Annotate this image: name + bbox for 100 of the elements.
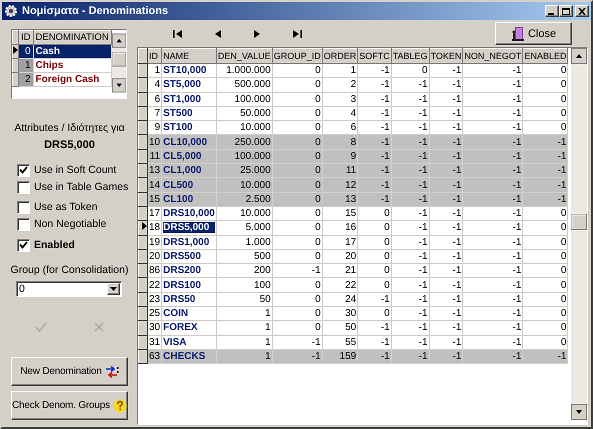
column-header[interactable]: ORDER xyxy=(322,48,358,64)
table-cell[interactable]: 0 xyxy=(522,64,568,78)
table-cell[interactable]: 20 xyxy=(148,249,162,264)
table-cell[interactable]: CHECKS xyxy=(162,349,216,364)
table-cell[interactable]: 0 xyxy=(522,264,568,278)
table-cell[interactable]: 31 xyxy=(148,335,162,350)
table-cell[interactable]: -1 xyxy=(358,64,392,78)
dropdown-button[interactable] xyxy=(107,283,120,295)
table-cell[interactable]: -1 xyxy=(358,78,392,92)
table-cell[interactable]: -1 xyxy=(391,335,430,350)
table-cell[interactable]: -1 xyxy=(429,220,463,236)
column-header[interactable]: NAME xyxy=(162,48,216,64)
table-cell[interactable]: 0 xyxy=(522,78,568,92)
table-cell[interactable]: -1 xyxy=(522,134,568,150)
table-cell[interactable]: 7 xyxy=(148,106,162,121)
table-cell[interactable]: Chips xyxy=(33,58,112,72)
checkbox-label[interactable]: Non Negotiable xyxy=(34,218,106,230)
table-cell[interactable]: -1 xyxy=(462,178,523,192)
table-cell[interactable]: 0 xyxy=(522,106,568,121)
table-cell[interactable]: -1 xyxy=(429,278,463,292)
table-cell[interactable]: -1 xyxy=(391,206,430,221)
table-cell[interactable]: 0 xyxy=(522,306,568,321)
table-cell[interactable]: 9 xyxy=(322,149,358,164)
table-cell[interactable]: ST1,000 xyxy=(162,92,216,106)
table-cell[interactable]: -1 xyxy=(462,335,523,350)
table-cell[interactable]: 1 xyxy=(322,64,358,78)
table-cell[interactable]: -1 xyxy=(358,92,392,106)
table-cell[interactable]: -1 xyxy=(429,335,463,350)
table-cell[interactable]: -1 xyxy=(358,335,392,350)
checkbox-label[interactable]: Use in Table Games xyxy=(34,181,128,193)
scrollbar[interactable] xyxy=(571,48,587,420)
table-cell[interactable]: 2.500 xyxy=(216,192,272,206)
table-cell[interactable]: -1 xyxy=(429,192,463,206)
table-cell[interactable]: 50 xyxy=(322,320,358,336)
table-cell[interactable]: -1 xyxy=(429,178,463,192)
table-cell[interactable]: 100.000 xyxy=(216,92,272,106)
table-cell[interactable]: 0 xyxy=(358,220,392,236)
table-cell[interactable]: -1 xyxy=(358,106,392,121)
table-cell[interactable]: 13 xyxy=(322,192,358,206)
table-cell[interactable]: -1 xyxy=(391,106,430,121)
table-cell[interactable]: -1 xyxy=(522,164,568,178)
table-cell[interactable]: 22 xyxy=(322,278,358,292)
table-cell[interactable]: 0 xyxy=(272,192,322,206)
column-header[interactable]: DEN_VALUE xyxy=(216,48,272,64)
table-cell[interactable]: VISA xyxy=(162,335,216,350)
table-cell[interactable]: DRS100 xyxy=(162,278,216,292)
table-cell[interactable]: -1 xyxy=(272,349,322,364)
table-cell[interactable]: -1 xyxy=(391,220,430,236)
table-cell[interactable]: -1 xyxy=(429,264,463,278)
table-cell[interactable]: -1 xyxy=(462,78,523,92)
table-cell[interactable]: DRS1,000 xyxy=(162,235,216,250)
checkbox-label[interactable]: Use as Token xyxy=(34,201,98,213)
table-cell[interactable]: -1 xyxy=(358,178,392,192)
checkbox[interactable] xyxy=(17,200,30,214)
table-cell[interactable]: 1 xyxy=(216,349,272,364)
table-cell[interactable]: 10.000 xyxy=(216,206,272,221)
table-cell[interactable]: FOREX xyxy=(162,320,216,336)
column-header[interactable]: TABLEG xyxy=(391,48,430,64)
table-cell[interactable]: 0 xyxy=(272,134,322,150)
table-cell[interactable]: 30 xyxy=(148,320,162,336)
table-cell[interactable]: -1 xyxy=(462,64,523,78)
column-header[interactable]: ENABLED xyxy=(522,48,568,64)
table-cell[interactable]: -1 xyxy=(429,78,463,92)
table-cell[interactable]: ST10,000 xyxy=(162,64,216,78)
table-cell[interactable]: -1 xyxy=(272,335,322,350)
table-cell[interactable]: 0 xyxy=(522,220,568,236)
table-cell[interactable]: 21 xyxy=(322,264,358,278)
table-cell[interactable]: -1 xyxy=(358,164,392,178)
table-cell[interactable]: 0 xyxy=(522,249,568,264)
table-cell[interactable]: 100.000 xyxy=(216,149,272,164)
table-cell[interactable]: 500.000 xyxy=(216,78,272,92)
table-cell[interactable]: 1 xyxy=(148,64,162,78)
table-cell[interactable]: -1 xyxy=(429,149,463,164)
table-cell[interactable]: -1 xyxy=(462,192,523,206)
table-cell[interactable]: ST5,000 xyxy=(162,78,216,92)
table-cell[interactable]: -1 xyxy=(391,278,430,292)
table-cell[interactable]: -1 xyxy=(429,206,463,221)
table-cell[interactable]: 0 xyxy=(272,164,322,178)
table-cell[interactable]: 250.000 xyxy=(216,134,272,150)
table-cell[interactable]: 0 xyxy=(522,320,568,336)
table-cell[interactable]: 6 xyxy=(148,92,162,106)
table-cell[interactable]: -1 xyxy=(429,320,463,336)
table-cell[interactable]: 0 xyxy=(522,335,568,350)
table-cell[interactable]: -1 xyxy=(462,134,523,150)
table-cell[interactable]: 10.000 xyxy=(216,178,272,192)
table-cell[interactable]: 22 xyxy=(148,278,162,292)
table-cell[interactable]: -1 xyxy=(391,178,430,192)
table-cell[interactable]: 30 xyxy=(322,306,358,321)
table-cell[interactable]: DRS500 xyxy=(162,249,216,264)
table-cell[interactable]: -1 xyxy=(391,349,430,364)
table-cell[interactable]: -1 xyxy=(272,264,322,278)
table-cell[interactable]: 50 xyxy=(216,292,272,307)
table-cell[interactable]: -1 xyxy=(391,164,430,178)
table-cell[interactable]: -1 xyxy=(429,235,463,250)
table-cell[interactable]: Foreign Cash xyxy=(33,72,112,86)
table-cell[interactable]: 1 xyxy=(216,335,272,350)
table-cell[interactable]: 0 xyxy=(272,178,322,192)
table-cell[interactable]: 159 xyxy=(322,349,358,364)
table-cell[interactable]: 25.000 xyxy=(216,164,272,178)
table-cell[interactable]: 20 xyxy=(322,249,358,264)
